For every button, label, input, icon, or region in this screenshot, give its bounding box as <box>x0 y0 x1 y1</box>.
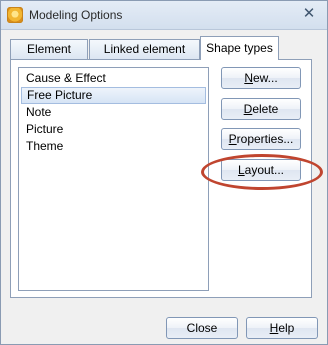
close-button[interactable]: Close <box>166 317 238 339</box>
window-title: Modeling Options <box>29 8 123 22</box>
modeling-options-dialog: Modeling Options ✕ Element types Linked … <box>0 0 328 345</box>
shape-types-list[interactable]: Cause & Effect Free Picture Note Picture… <box>18 67 209 291</box>
list-item-picture[interactable]: Picture <box>21 121 206 138</box>
modeling-app-icon <box>7 7 23 23</box>
close-window-icon[interactable]: ✕ <box>299 5 319 23</box>
properties-button[interactable]: Properties... <box>221 128 301 150</box>
new-button[interactable]: New... <box>221 67 301 89</box>
help-button[interactable]: Help <box>246 317 318 339</box>
highlight-ellipse <box>201 154 323 190</box>
tab-element-types[interactable]: Element types <box>10 39 88 75</box>
delete-button[interactable]: Delete <box>221 98 301 120</box>
tab-shape-types[interactable]: Shape types <box>200 36 279 60</box>
tab-linked-element-types[interactable]: Linked element types <box>89 39 200 75</box>
list-item-cause-effect[interactable]: Cause & Effect <box>21 70 206 87</box>
title-bar: Modeling Options ✕ <box>1 1 327 30</box>
list-item-note[interactable]: Note <box>21 104 206 121</box>
list-item-free-picture[interactable]: Free Picture <box>21 87 206 104</box>
list-item-theme[interactable]: Theme <box>21 138 206 155</box>
